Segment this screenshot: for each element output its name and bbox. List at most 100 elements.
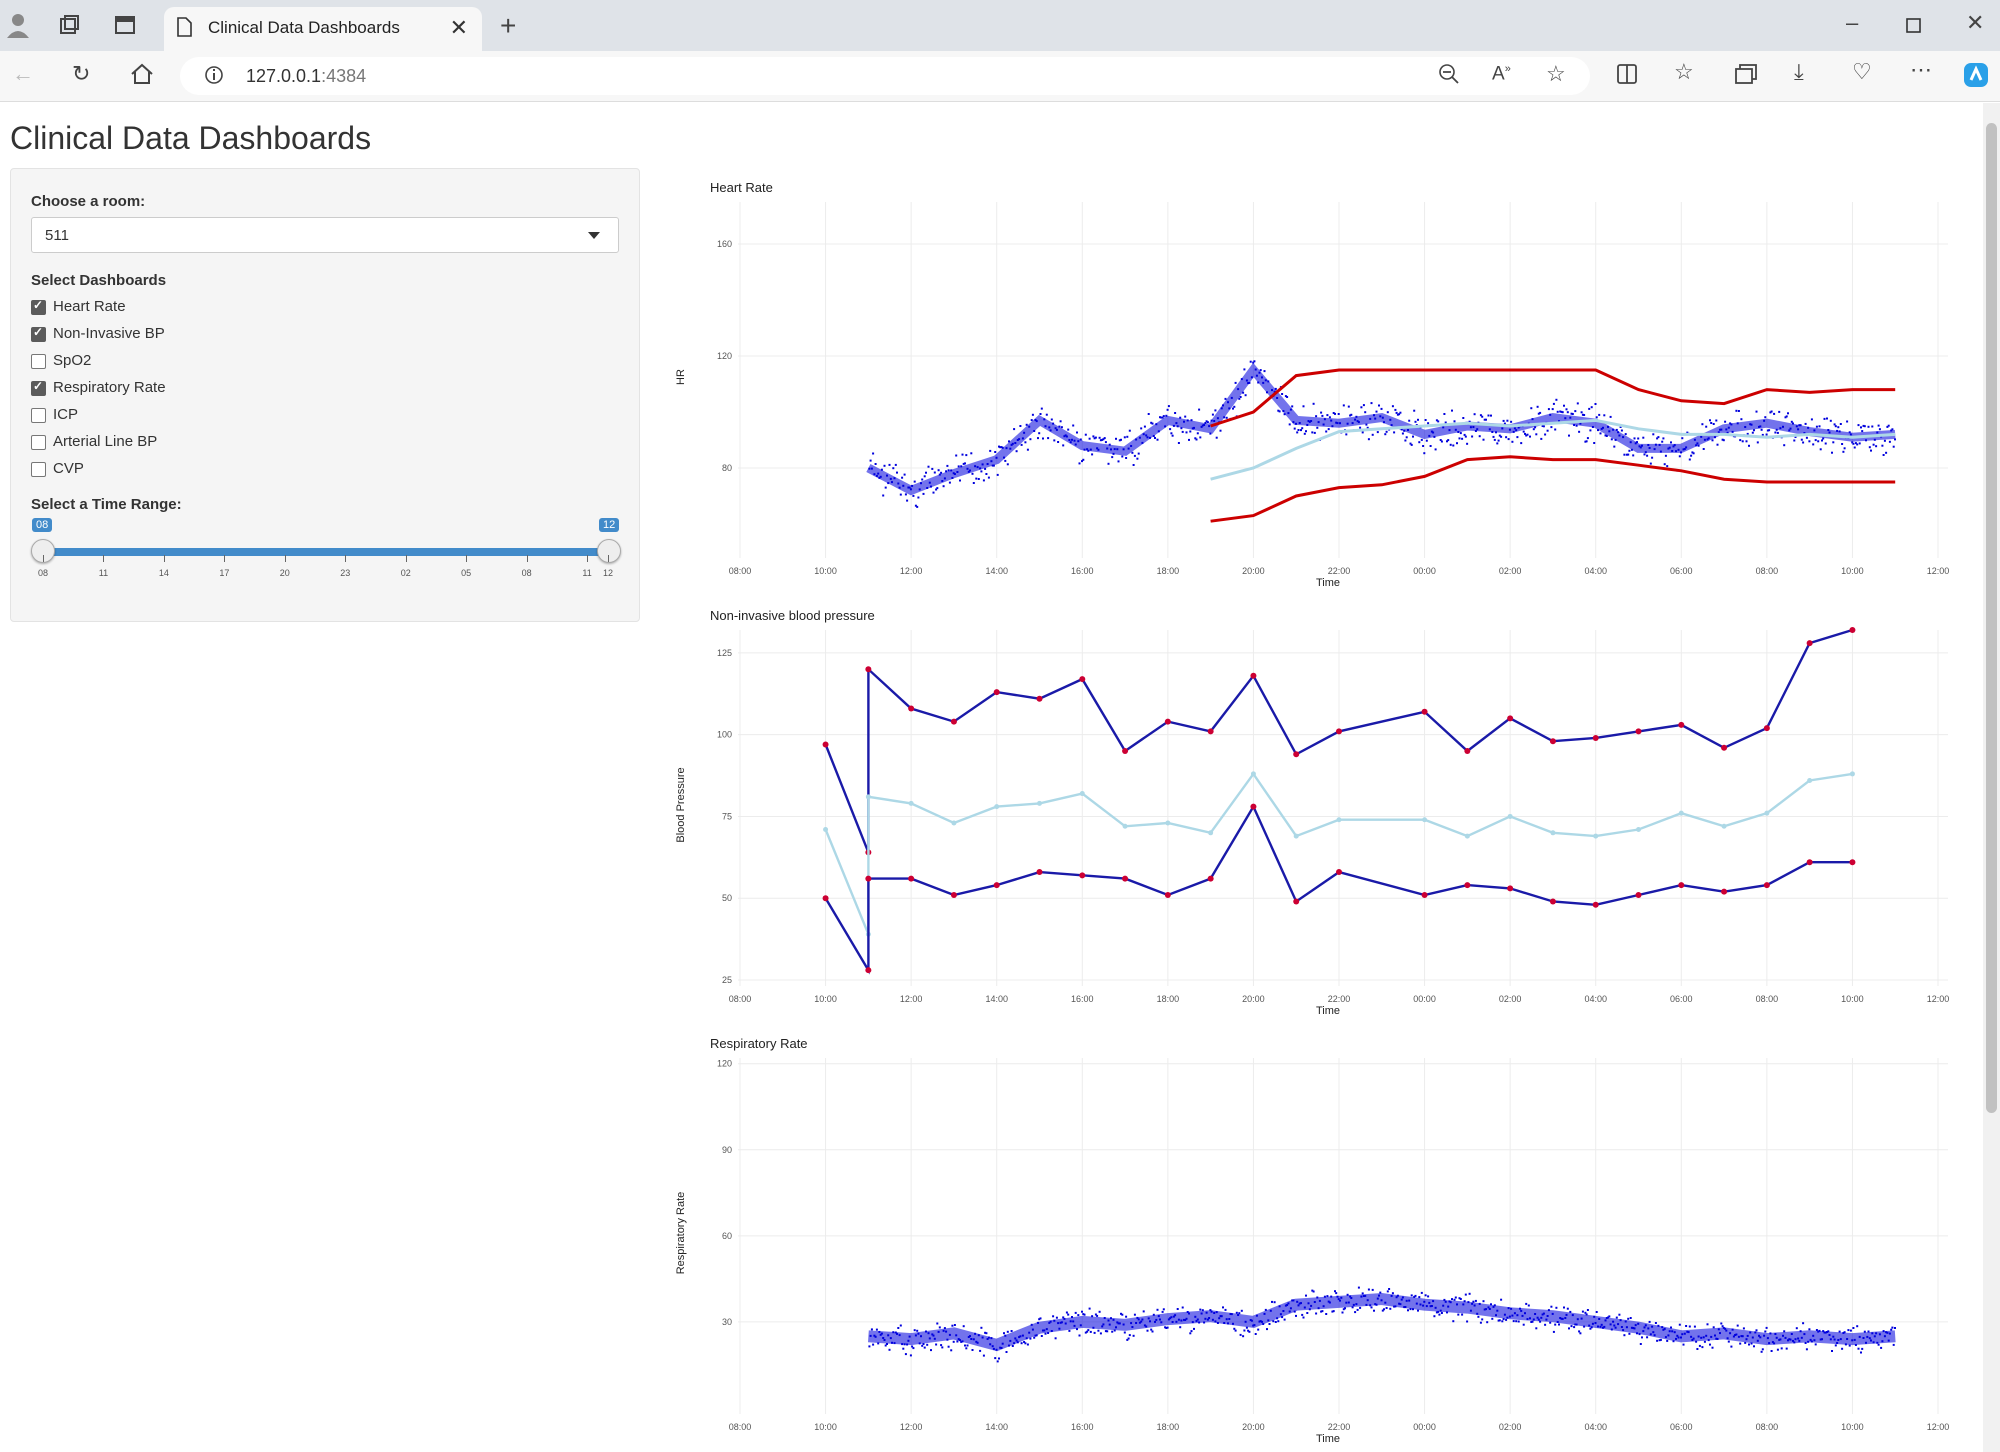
data-point <box>1833 423 1836 426</box>
maximize-icon[interactable] <box>1906 14 1922 40</box>
site-info-icon[interactable] <box>204 65 224 91</box>
home-icon[interactable] <box>130 63 154 91</box>
data-point <box>1618 1313 1621 1316</box>
refresh-icon[interactable]: ↻ <box>72 61 90 87</box>
address-bar[interactable]: 127.0.0.1:4384 A» ☆ <box>180 57 1590 95</box>
data-point <box>1464 833 1470 839</box>
data-point <box>1249 360 1252 363</box>
chart-panel: Non-invasive blood pressure 08:00 10:00 12:… <box>675 608 1949 1017</box>
close-window-icon[interactable]: ✕ <box>1966 10 1984 36</box>
read-aloud-icon[interactable]: A» <box>1492 63 1511 85</box>
x-tick-label: 04:00 <box>1584 1422 1607 1432</box>
data-point <box>1315 415 1318 418</box>
data-point <box>1458 437 1461 440</box>
data-point <box>1826 417 1828 420</box>
data-point <box>965 1347 968 1350</box>
chart-title: Heart Rate <box>710 180 773 195</box>
data-point <box>1164 718 1171 725</box>
checkbox-cvp[interactable] <box>31 462 46 477</box>
data-point <box>1579 1332 1582 1335</box>
page-scrollbar[interactable] <box>1983 103 2000 1452</box>
chart-panel: Respiratory Rate 08:00 10:00 12:00 14:00 16:0… <box>675 1036 1949 1445</box>
data-point <box>1585 440 1588 443</box>
data-point <box>868 1345 871 1348</box>
collections-icon[interactable] <box>1734 63 1758 91</box>
data-point <box>1806 640 1813 647</box>
data-point <box>1424 419 1427 421</box>
minimize-icon[interactable]: – <box>1846 10 1858 36</box>
data-point <box>1721 888 1728 895</box>
data-point <box>1787 412 1789 415</box>
data-point <box>1142 1310 1145 1313</box>
slider-max-handle[interactable] <box>597 539 621 563</box>
data-point <box>1659 1338 1662 1341</box>
data-point <box>1337 413 1340 415</box>
data-point <box>1558 1323 1560 1326</box>
series-line <box>1210 455 1896 523</box>
data-point <box>1678 1323 1681 1326</box>
copilot-icon[interactable] <box>1962 61 1990 95</box>
x-tick-label: 20:00 <box>1242 1422 1265 1432</box>
checkbox-non-invasive-bp[interactable] <box>31 325 46 342</box>
data-point <box>1433 1315 1436 1318</box>
data-point <box>938 1326 941 1329</box>
data-point <box>1661 440 1664 443</box>
checkbox-respiratory-rate[interactable] <box>31 379 46 396</box>
data-point <box>916 505 919 508</box>
data-point <box>1648 1320 1651 1323</box>
browser-essentials-icon[interactable]: ♡ <box>1852 59 1872 85</box>
data-point <box>1814 439 1817 442</box>
data-point <box>1107 462 1110 465</box>
data-point <box>1666 465 1669 468</box>
back-icon[interactable]: ← <box>12 61 34 87</box>
data-point <box>1425 439 1428 442</box>
favorites-icon[interactable]: ☆ <box>1674 59 1694 85</box>
close-tab-icon[interactable]: ✕ <box>450 15 468 41</box>
data-point <box>1440 440 1443 443</box>
data-point <box>1770 1350 1773 1352</box>
tab-actions-icon[interactable] <box>114 14 136 42</box>
scrollbar-thumb[interactable] <box>1986 123 1997 1113</box>
data-point <box>950 1349 953 1352</box>
workspaces-icon[interactable] <box>58 14 80 42</box>
checkbox-spo2[interactable] <box>31 354 46 369</box>
data-point <box>1024 1342 1027 1345</box>
data-point <box>1096 1314 1099 1317</box>
new-tab-icon[interactable]: + <box>500 10 516 42</box>
active-tab[interactable]: Clinical Data Dashboards ✕ <box>164 7 482 51</box>
data-point <box>1603 414 1606 417</box>
data-point <box>1802 441 1805 444</box>
split-screen-icon[interactable] <box>1616 63 1638 91</box>
more-icon[interactable]: ⋯ <box>1910 57 1932 83</box>
zoom-out-icon[interactable] <box>1438 63 1460 91</box>
data-point <box>1637 437 1640 440</box>
data-point <box>1176 1308 1179 1310</box>
data-point <box>1877 424 1880 427</box>
data-point <box>1635 728 1642 735</box>
data-point <box>1570 1325 1573 1328</box>
data-point <box>942 485 945 488</box>
profile-icon[interactable] <box>6 12 30 44</box>
data-point <box>1652 433 1655 436</box>
checkbox-icp[interactable] <box>31 408 46 423</box>
downloads-icon[interactable]: ⤓ <box>1794 59 1804 85</box>
room-select[interactable]: 511 <box>31 217 619 253</box>
data-point <box>1312 402 1315 405</box>
checkbox-heart-rate[interactable] <box>31 298 46 315</box>
data-point <box>1815 425 1818 428</box>
data-point <box>1125 457 1128 459</box>
x-tick-label: 06:00 <box>1670 1422 1693 1432</box>
data-point <box>1849 859 1856 866</box>
data-point <box>1620 429 1623 432</box>
data-point <box>1670 441 1672 444</box>
time-range-slider[interactable] <box>41 548 611 556</box>
favorite-icon[interactable]: ☆ <box>1546 61 1566 87</box>
data-point <box>912 494 915 497</box>
data-point <box>1646 1336 1649 1339</box>
x-tick-label: 18:00 <box>1157 1422 1180 1432</box>
data-point <box>1097 1329 1100 1332</box>
data-point <box>1050 418 1053 421</box>
checkbox-arterial-line-bp[interactable] <box>31 435 46 450</box>
data-point <box>1846 420 1849 423</box>
data-point <box>1755 1329 1758 1332</box>
